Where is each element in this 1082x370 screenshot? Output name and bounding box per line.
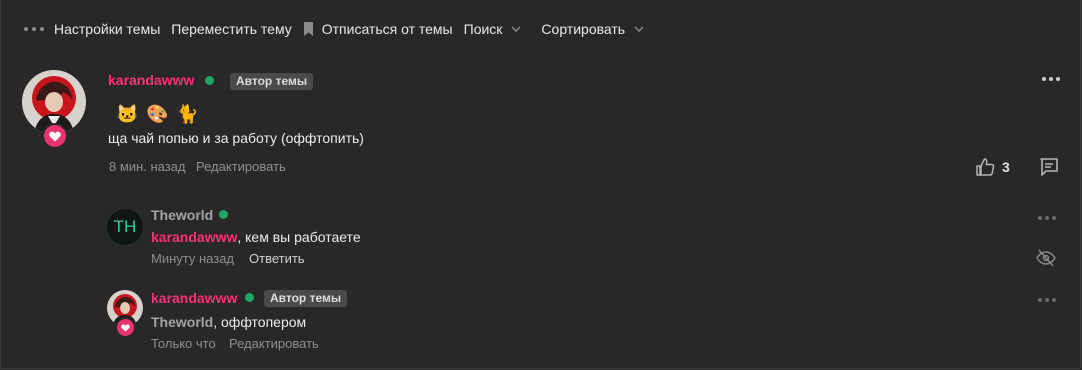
reply-more-icon[interactable] (1038, 298, 1056, 302)
reply-author-name[interactable]: Theworld (151, 207, 213, 223)
heart-badge-icon (42, 123, 68, 149)
toolbar-more-icon[interactable] (24, 27, 44, 31)
search-label: Поиск (463, 21, 503, 37)
author-badge: Автор темы (264, 290, 348, 307)
reply-message: , оффтопером (213, 314, 307, 330)
post-text: ща чай попью и за работу (оффтопить) (108, 130, 364, 146)
chevron-down-icon (511, 26, 521, 32)
reply-text: Theworld, оффтопером (151, 314, 306, 330)
unsubscribe-button[interactable]: Отписаться от темы (322, 21, 453, 37)
sort-dropdown[interactable]: Сортировать (541, 21, 644, 37)
emoji-1: 🐱 (116, 104, 139, 124)
comment-icon[interactable] (1038, 156, 1060, 181)
reply-text: karandawww, кем вы работаете (151, 229, 361, 245)
reply-message: , кем вы работаете (237, 229, 361, 245)
author-badge: Автор темы (230, 73, 314, 90)
search-dropdown[interactable]: Поиск (464, 21, 522, 37)
chevron-down-icon (634, 26, 644, 32)
reply-avatar[interactable]: TH (107, 209, 143, 245)
reply-timestamp: Минуту назад (151, 251, 235, 266)
reply-more-icon[interactable] (1038, 216, 1056, 220)
online-indicator (219, 210, 228, 219)
reply-author-name[interactable]: karandawww (151, 290, 237, 306)
like-icon[interactable] (975, 157, 995, 180)
post-timestamp: 8 мин. назад (109, 159, 186, 174)
hide-eye-icon[interactable] (1036, 249, 1056, 270)
thread-toolbar: Настройки темы Переместить тему Отписать… (24, 19, 655, 39)
like-count: 3 (1002, 159, 1010, 175)
post-author-name[interactable]: karandawww (108, 72, 194, 88)
avatar-initials: TH (113, 217, 137, 236)
reply-button[interactable]: Ответить (249, 251, 305, 266)
edit-reply-link[interactable]: Редактировать (229, 336, 319, 351)
reply-timestamp: Только что (151, 336, 216, 351)
emoji-3: 🐈 (176, 104, 199, 124)
sort-label: Сортировать (541, 21, 626, 37)
mention-link[interactable]: karandawww (151, 229, 237, 245)
emoji-2: 🎨 (146, 104, 169, 124)
bookmark-icon[interactable] (303, 22, 314, 36)
edit-post-link[interactable]: Редактировать (196, 159, 286, 174)
online-indicator (245, 293, 254, 302)
post-more-icon[interactable] (1042, 77, 1060, 81)
mention-link[interactable]: Theworld (151, 314, 213, 330)
move-theme-button[interactable]: Переместить тему (171, 21, 291, 37)
online-indicator (205, 76, 214, 85)
heart-badge-icon (115, 317, 136, 338)
theme-settings-button[interactable]: Настройки темы (54, 21, 160, 37)
